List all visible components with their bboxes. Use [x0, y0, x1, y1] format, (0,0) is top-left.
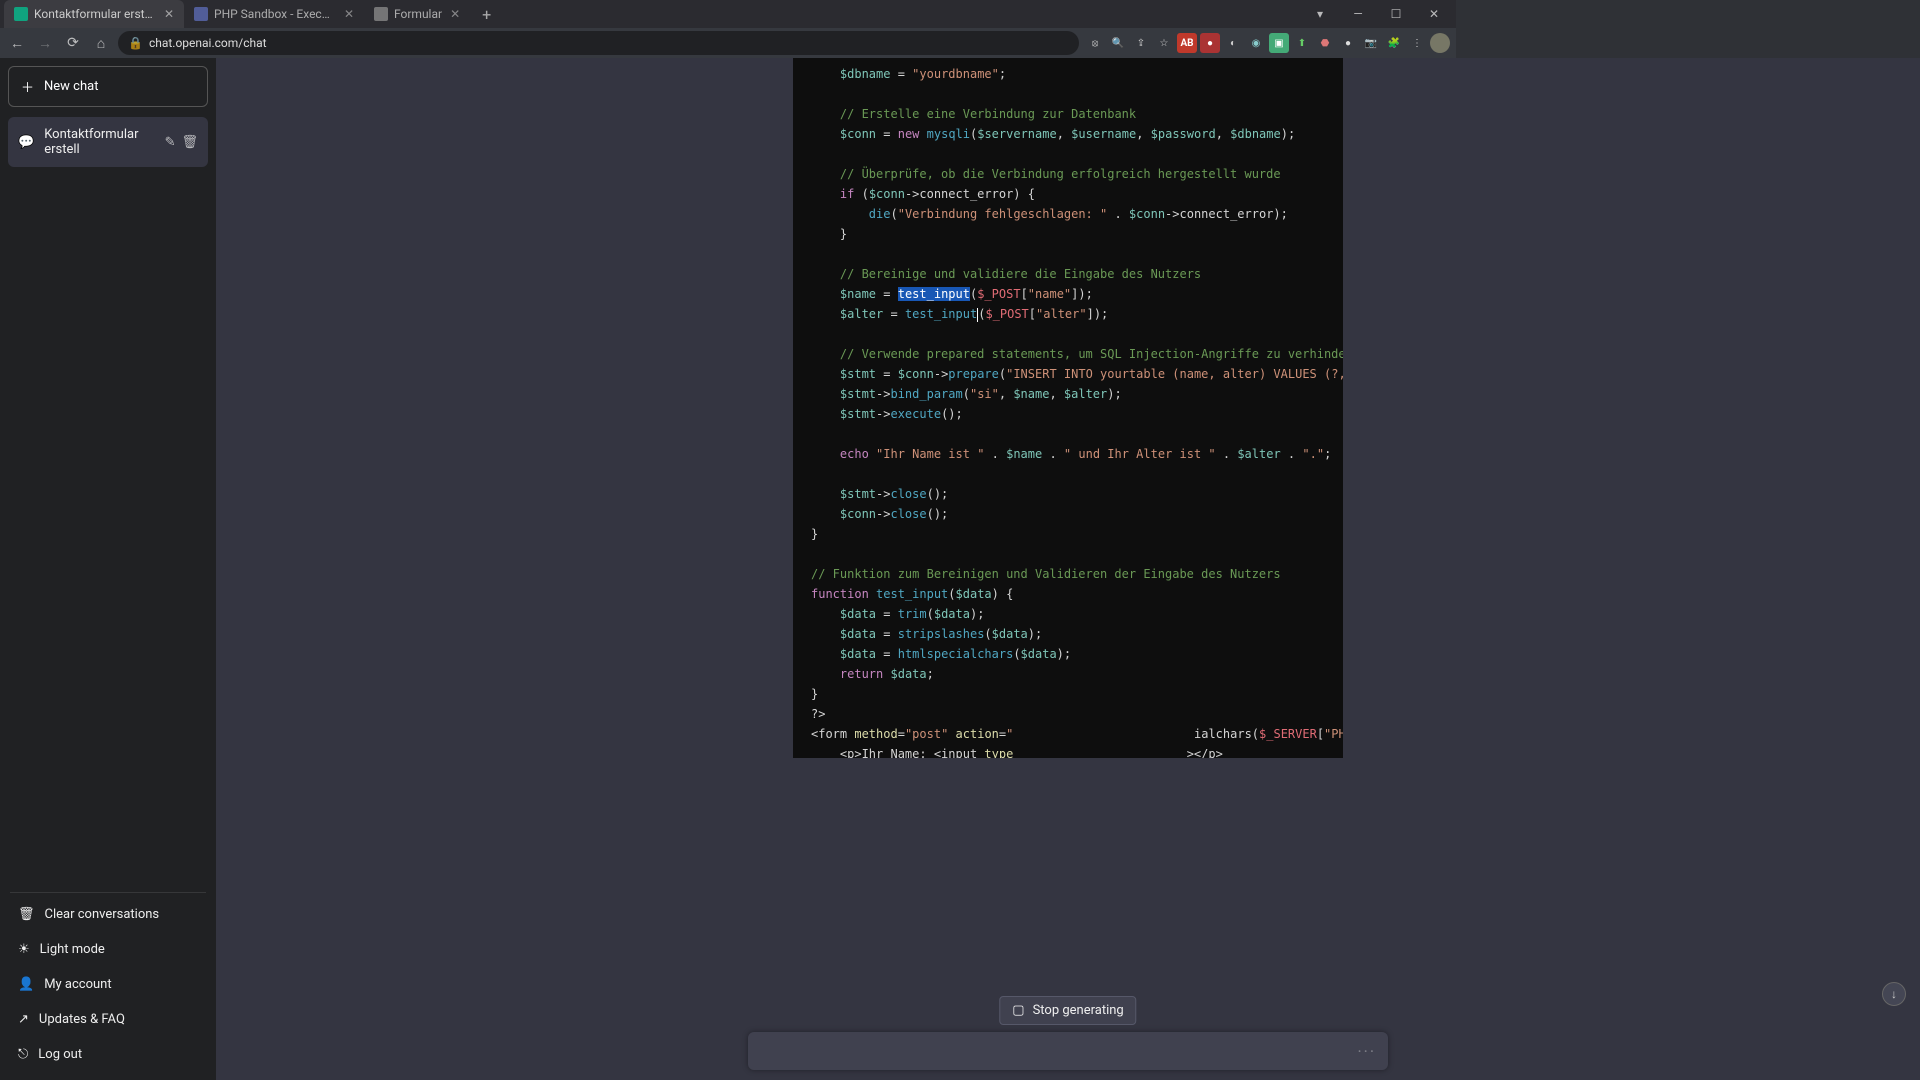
url-text: chat.openai.com/chat [149, 36, 267, 50]
light-mode-button[interactable]: ☀ Light mode [8, 932, 208, 967]
browser-toolbar: ← → ⟳ ⌂ 🔒 chat.openai.com/chat ⦻ 🔍 ⇪ ☆ A… [0, 28, 1456, 58]
address-bar[interactable]: 🔒 chat.openai.com/chat [118, 31, 1079, 55]
logout-icon: ⎋ [18, 1047, 28, 1062]
new-chat-label: New chat [44, 79, 98, 94]
window-minimize-button[interactable]: — [1340, 7, 1376, 21]
window-close-button[interactable]: ✕ [1416, 7, 1452, 21]
chat-bubble-icon: 💬 [18, 135, 34, 150]
profile-avatar[interactable] [1430, 33, 1450, 53]
logout-label: Log out [38, 1047, 82, 1062]
browser-tab-strip: Kontaktformular erstellen.✕PHP Sandbox -… [0, 0, 1456, 28]
trash-icon: 🗑 [18, 907, 35, 922]
stop-generating-button[interactable]: ▢ Stop generating [999, 996, 1136, 1025]
extension-icons: ⦻ 🔍 ⇪ ☆ AB ● ◐ ◉ ▣ ⬆ ⬣ ● 📷 🧩 ⋮ [1085, 33, 1450, 53]
browser-tab[interactable]: Kontaktformular erstellen. ✕ [4, 0, 184, 28]
message-input[interactable]: ··· [748, 1032, 1388, 1070]
extension-icon[interactable]: ◐ [1223, 33, 1243, 53]
stop-square-icon: ▢ [1012, 1003, 1024, 1018]
tab-close-icon[interactable]: ✕ [450, 7, 460, 21]
zoom-icon[interactable]: 🔍 [1108, 33, 1128, 53]
tab-close-icon[interactable]: ✕ [344, 7, 354, 21]
extension-icon[interactable]: ⬆ [1292, 33, 1312, 53]
conversation-item[interactable]: 💬 Kontaktformular erstell ✎ 🗑 [8, 117, 208, 167]
favicon-icon [194, 7, 208, 21]
caret-down-icon[interactable]: ▾ [1302, 7, 1338, 21]
main-content: $dbname = "yourdbname"; // Erstelle eine… [216, 58, 1920, 1080]
trash-icon[interactable]: 🗑 [181, 135, 198, 150]
stop-generating-label: Stop generating [1033, 1003, 1124, 1018]
light-label: Light mode [40, 942, 105, 957]
code-block[interactable]: $dbname = "yourdbname"; // Erstelle eine… [793, 58, 1343, 758]
overflow-menu-icon[interactable]: ⋮ [1407, 33, 1427, 53]
sidebar: ＋ New chat 💬 Kontaktformular erstell ✎ 🗑… [0, 58, 216, 1080]
conversation-title: Kontaktformular erstell [44, 127, 154, 157]
browser-tab[interactable]: Formular ✕ [364, 0, 470, 28]
translate-icon[interactable]: ⦻ [1085, 33, 1105, 53]
tab-label: Kontaktformular erstellen. [34, 7, 156, 21]
updates-label: Updates & FAQ [39, 1012, 125, 1027]
person-icon: 👤 [18, 977, 34, 992]
extension-icon[interactable]: ▣ [1269, 33, 1289, 53]
adblock-icon[interactable]: AB [1177, 33, 1197, 53]
tab-close-icon[interactable]: ✕ [164, 7, 174, 21]
favicon-icon [14, 7, 28, 21]
lock-icon: 🔒 [128, 36, 143, 50]
bookmark-icon[interactable]: ☆ [1154, 33, 1174, 53]
edit-icon[interactable]: ✎ [165, 135, 176, 150]
external-link-icon: ↗ [18, 1012, 29, 1027]
send-icon[interactable]: ··· [1357, 1042, 1376, 1061]
reload-button[interactable]: ⟳ [62, 35, 84, 51]
share-icon[interactable]: ⇪ [1131, 33, 1151, 53]
scroll-to-bottom-button[interactable]: ↓ [1882, 982, 1906, 1006]
extension-icon[interactable]: ● [1338, 33, 1358, 53]
extension-icon[interactable]: ● [1200, 33, 1220, 53]
new-tab-button[interactable]: + [476, 5, 497, 24]
new-chat-button[interactable]: ＋ New chat [8, 66, 208, 107]
favicon-icon [374, 7, 388, 21]
plus-icon: ＋ [21, 77, 34, 96]
tab-label: Formular [394, 7, 442, 21]
extensions-puzzle-icon[interactable]: 🧩 [1384, 33, 1404, 53]
clear-conversations-button[interactable]: 🗑 Clear conversations [8, 897, 208, 932]
account-label: My account [44, 977, 111, 992]
forward-button[interactable]: → [34, 35, 56, 52]
back-button[interactable]: ← [6, 35, 28, 52]
extension-icon[interactable]: ◉ [1246, 33, 1266, 53]
my-account-button[interactable]: 👤 My account [8, 967, 208, 1002]
logout-button[interactable]: ⎋ Log out [8, 1037, 208, 1072]
tab-label: PHP Sandbox - Execute PHP cod [214, 7, 336, 21]
browser-tab[interactable]: PHP Sandbox - Execute PHP cod ✕ [184, 0, 364, 28]
home-button[interactable]: ⌂ [90, 35, 112, 52]
extension-icon[interactable]: ⬣ [1315, 33, 1335, 53]
updates-faq-button[interactable]: ↗ Updates & FAQ [8, 1002, 208, 1037]
window-maximize-button[interactable]: ☐ [1378, 7, 1414, 21]
sun-icon: ☀ [18, 942, 30, 957]
app-root: ＋ New chat 💬 Kontaktformular erstell ✎ 🗑… [0, 58, 1920, 1080]
extension-icon[interactable]: 📷 [1361, 33, 1381, 53]
clear-label: Clear conversations [45, 907, 160, 922]
